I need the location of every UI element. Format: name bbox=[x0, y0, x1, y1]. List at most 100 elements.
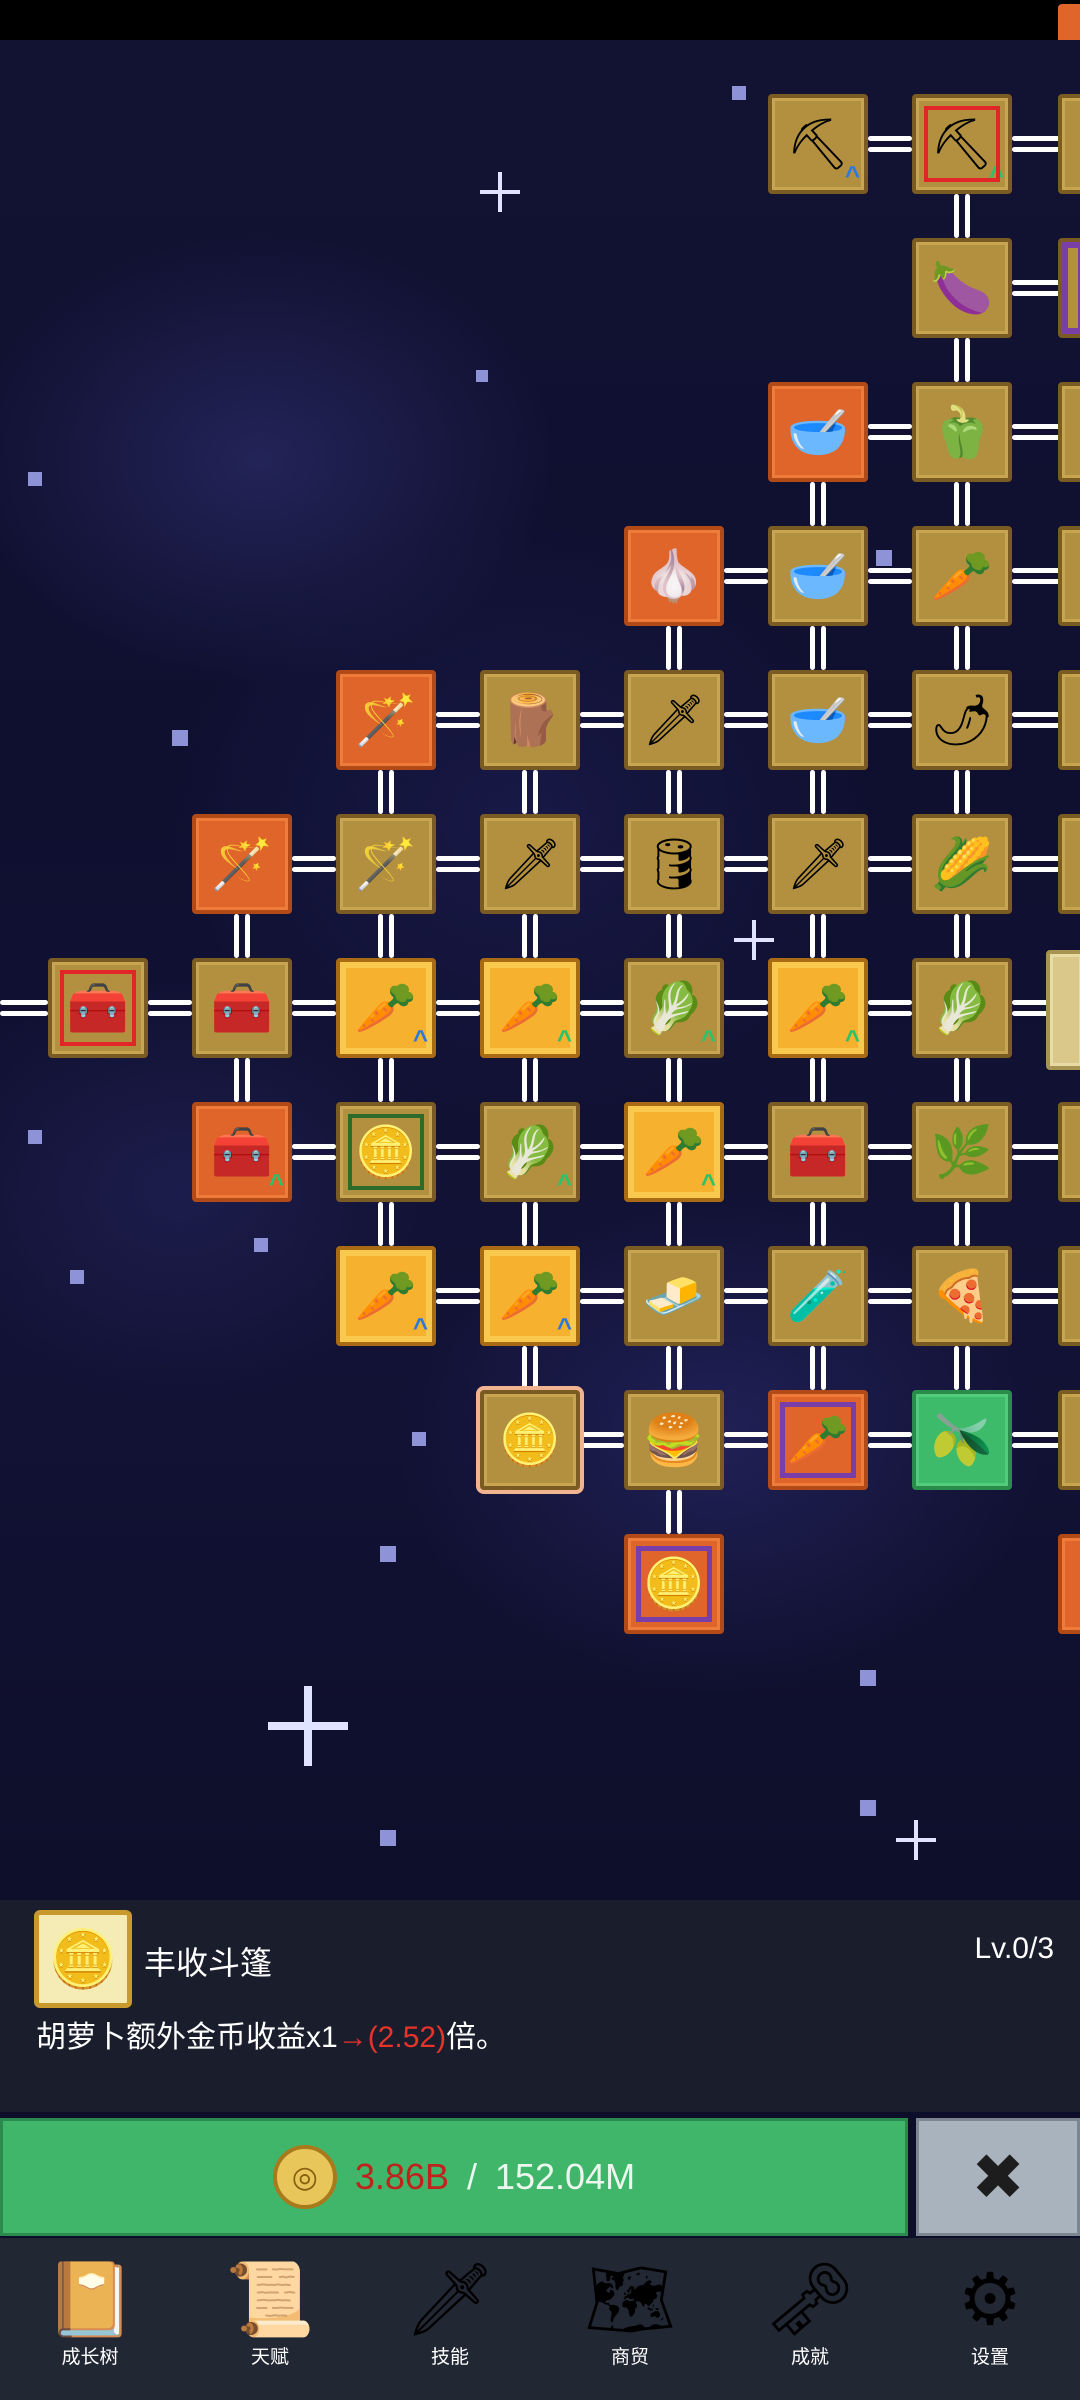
connector bbox=[954, 770, 970, 814]
bowl-icon: 🥣 bbox=[786, 692, 850, 748]
connector bbox=[436, 1000, 480, 1016]
node-chest-orange[interactable]: 🧰 ^ bbox=[192, 1102, 292, 1202]
connector bbox=[868, 856, 912, 872]
node-corn[interactable]: 🌽 bbox=[912, 814, 1012, 914]
nav-label: 商贸 bbox=[610, 2347, 649, 2368]
node-pizza[interactable]: 🍕 bbox=[912, 1246, 1012, 1346]
node-bowl-3[interactable]: 🥣 bbox=[768, 670, 868, 770]
connector bbox=[724, 568, 768, 584]
node-leek[interactable]: 🌿 bbox=[912, 1102, 1012, 1202]
node-sword-2[interactable]: 🗡 bbox=[768, 814, 868, 914]
node-treasure-chest[interactable]: 🧰 bbox=[768, 1102, 868, 1202]
offscreen-node[interactable] bbox=[1058, 1534, 1080, 1634]
node-staff-blue[interactable]: 🪄 bbox=[336, 670, 436, 770]
connector bbox=[868, 136, 912, 152]
cabbage-icon: 🥬 bbox=[642, 980, 706, 1036]
node-cabbage-2[interactable]: 🥬 bbox=[912, 958, 1012, 1058]
node-chest-red[interactable]: 🧰 bbox=[48, 958, 148, 1058]
node-pepper[interactable]: 🫑 bbox=[912, 382, 1012, 482]
offscreen-node[interactable] bbox=[1046, 950, 1080, 1070]
current-gold: 152.04M bbox=[494, 2156, 636, 2197]
sparkle bbox=[734, 920, 774, 960]
node-coin-green[interactable]: 🪙 bbox=[336, 1102, 436, 1202]
skill-level: Lv.0/3 bbox=[974, 1932, 1055, 1965]
offscreen-node[interactable] bbox=[1058, 814, 1080, 914]
node-bowl-2[interactable]: 🥣 bbox=[768, 526, 868, 626]
connector bbox=[868, 568, 912, 584]
connector bbox=[810, 1058, 826, 1102]
bowl-icon: 🥣 bbox=[786, 548, 850, 604]
node-golden-sword[interactable]: 🗡 bbox=[624, 670, 724, 770]
desc-text: 胡萝卜额外金币收益x1 bbox=[36, 2021, 338, 2054]
node-carrot-1[interactable]: 🥕 ^ bbox=[336, 958, 436, 1058]
node-potion[interactable]: 🧪 bbox=[768, 1246, 868, 1346]
node-carrot-2[interactable]: 🥕 ^ bbox=[480, 958, 580, 1058]
node-barrel[interactable]: 🛢 bbox=[624, 814, 724, 914]
bowl-icon: 🥣 bbox=[786, 404, 850, 460]
node-carrot-4[interactable]: 🥕 ^ bbox=[624, 1102, 724, 1202]
offscreen-node[interactable] bbox=[1058, 238, 1080, 338]
offscreen-node[interactable] bbox=[1058, 670, 1080, 770]
node-carrot-crate[interactable]: 🥕 bbox=[768, 1390, 868, 1490]
node-cabbage-3[interactable]: 🥬 ^ bbox=[480, 1102, 580, 1202]
node-garlic[interactable]: 🧄 bbox=[624, 526, 724, 626]
node-burger[interactable]: 🍔 bbox=[624, 1390, 724, 1490]
nav-item-4[interactable]: 🗝 成就 bbox=[720, 2238, 900, 2400]
close-button[interactable]: ✖ bbox=[916, 2118, 1080, 2236]
offscreen-node[interactable] bbox=[1058, 1102, 1080, 1202]
skill-tree-canvas[interactable]: ⛏ ^ ⛏ ^ 🍆 🥣 🫑 🧄 🥣 🥕 🪄 🪵 🗡 🥣 🌶 🪄 🪄 🗡 🛢 🗡 🌽 🧰 🧰 🥕 ^ 🥕 ^ 🥬 ^ 🥕 ^ 🥬 🧰 ^ 🪙 🥬 ^ 🥕 ^ 🧰… bbox=[0, 40, 1080, 1900]
upgrade-arrow-icon: ^ bbox=[268, 1168, 284, 1198]
node-carrot-5[interactable]: 🥕 ^ bbox=[336, 1246, 436, 1346]
nav-item-5[interactable]: ⚙ 设置 bbox=[900, 2238, 1080, 2400]
node-eggplant[interactable]: 🍆 bbox=[912, 238, 1012, 338]
burger-icon: 🍔 bbox=[642, 1412, 706, 1468]
connector bbox=[954, 338, 970, 382]
node-radish[interactable]: 🥕 bbox=[912, 526, 1012, 626]
offscreen-node[interactable] bbox=[1058, 1246, 1080, 1346]
node-gold-bar[interactable]: 🧈 bbox=[624, 1246, 724, 1346]
node-carrot-6[interactable]: 🥕 ^ bbox=[480, 1246, 580, 1346]
star bbox=[254, 1238, 268, 1252]
connector bbox=[580, 1144, 624, 1160]
connector bbox=[954, 482, 970, 526]
nav-item-3[interactable]: 🗺 商贸 bbox=[540, 2238, 720, 2400]
connector bbox=[580, 712, 624, 728]
offscreen-node[interactable] bbox=[1058, 382, 1080, 482]
shovel-icon: ⛏ bbox=[930, 116, 994, 172]
chili-icon: 🌶 bbox=[930, 692, 994, 748]
nav-label: 成长树 bbox=[61, 2347, 119, 2368]
connector bbox=[580, 856, 624, 872]
node-coin-selected[interactable]: 🪙 bbox=[480, 1390, 580, 1490]
shovel-icon: ⛏ bbox=[786, 116, 850, 172]
upgrade-button[interactable]: ◎ 3.86B / 152.04M bbox=[0, 2118, 908, 2236]
chest-icon: 🧰 bbox=[210, 1124, 274, 1180]
skill-title: 丰收斗篷 bbox=[144, 1945, 273, 1981]
node-chili[interactable]: 🌶 bbox=[912, 670, 1012, 770]
connector bbox=[724, 712, 768, 728]
node-crate[interactable]: 🪵 bbox=[480, 670, 580, 770]
offscreen-node[interactable] bbox=[1058, 1390, 1080, 1490]
connector bbox=[436, 712, 480, 728]
nav-item-2[interactable]: 🗡 技能 bbox=[360, 2238, 540, 2400]
node-carrot-3[interactable]: 🥕 ^ bbox=[768, 958, 868, 1058]
node-oil[interactable]: 🫒 bbox=[912, 1390, 1012, 1490]
nav-item-1[interactable]: 📜 天赋 bbox=[180, 2238, 360, 2400]
offscreen-node[interactable] bbox=[1058, 94, 1080, 194]
bell-pepper-icon: 🫑 bbox=[930, 404, 994, 460]
offscreen-node[interactable] bbox=[1058, 526, 1080, 626]
node-cabbage-1[interactable]: 🥬 ^ bbox=[624, 958, 724, 1058]
connector bbox=[378, 1202, 394, 1246]
star bbox=[476, 370, 488, 382]
node-bowl-soup[interactable]: 🥣 bbox=[768, 382, 868, 482]
upgrade-arrow-icon: ^ bbox=[556, 1168, 572, 1198]
node-coin-purple[interactable]: 🪙 bbox=[624, 1534, 724, 1634]
node-shovel[interactable]: ⛏ ^ bbox=[768, 94, 868, 194]
nav-item-0[interactable]: 📔 成长树 bbox=[0, 2238, 180, 2400]
node-shovel-2[interactable]: ⛏ ^ bbox=[912, 94, 1012, 194]
node-staff-red[interactable]: 🪄 bbox=[192, 814, 292, 914]
connector bbox=[666, 1202, 682, 1246]
node-staff-green[interactable]: 🪄 bbox=[336, 814, 436, 914]
node-chest-1[interactable]: 🧰 bbox=[192, 958, 292, 1058]
red-staff-icon: 🪄 bbox=[210, 836, 274, 892]
node-sword-1[interactable]: 🗡 bbox=[480, 814, 580, 914]
